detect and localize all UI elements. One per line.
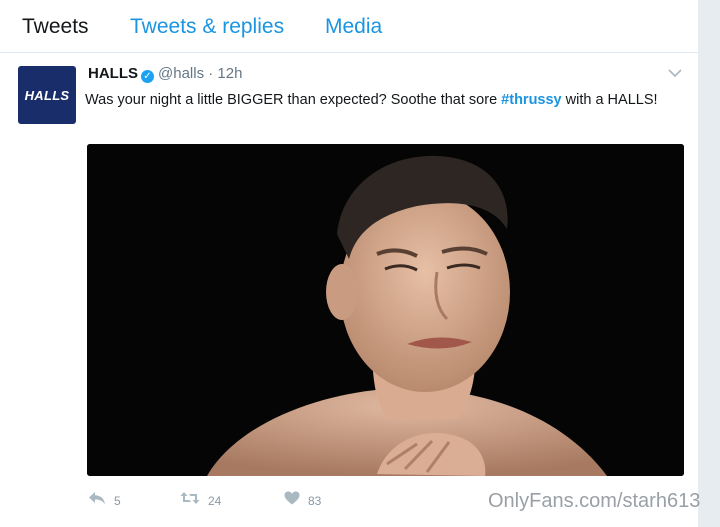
hashtag-link[interactable]: #thrussy	[501, 92, 561, 108]
retweet-icon	[180, 491, 200, 510]
reply-count: 5	[114, 493, 121, 508]
like-button[interactable]: 83	[284, 491, 321, 510]
profile-tabs: Tweets Tweets & replies Media	[0, 0, 698, 53]
retweet-count: 24	[208, 493, 222, 508]
tweet-text-end: with a HALLS!	[561, 92, 658, 108]
verified-badge-icon: ✓	[141, 70, 154, 83]
tab-tweets-and-replies[interactable]: Tweets & replies	[130, 14, 284, 40]
tweet-header: HALLS ✓ @halls · 12h	[88, 64, 242, 84]
retweet-button[interactable]: 24	[180, 491, 221, 510]
avatar-logo-text: HALLS	[24, 87, 70, 103]
reply-button[interactable]: 5	[88, 491, 121, 510]
photo-man-holding-throat	[87, 144, 684, 476]
avatar[interactable]: HALLS	[18, 66, 76, 124]
watermark-text: OnlyFans.com/starh613	[488, 490, 701, 512]
tweet-text-body: Was your night a little BIGGER than expe…	[85, 92, 502, 108]
tweet-media-photo[interactable]	[87, 144, 684, 476]
chevron-down-icon[interactable]	[668, 65, 682, 81]
tweet-timestamp[interactable]: 12h	[217, 65, 242, 82]
author-handle[interactable]: @halls	[158, 65, 204, 82]
like-count: 83	[308, 493, 322, 508]
tweet-text: Was your night a little BIGGER than expe…	[85, 89, 685, 111]
separator-dot: ·	[208, 65, 214, 82]
reply-icon	[88, 491, 106, 510]
timeline-frame: Tweets Tweets & replies Media HALLS HALL…	[0, 0, 698, 527]
author-name[interactable]: HALLS	[88, 65, 138, 82]
tab-tweets[interactable]: Tweets	[22, 14, 89, 40]
heart-icon	[284, 491, 300, 510]
tab-media[interactable]: Media	[325, 14, 382, 40]
tweet-actions: 5 24 83	[88, 491, 488, 515]
tweet-card[interactable]: HALLS HALLS ✓ @halls · 12h Was your night …	[0, 53, 698, 527]
